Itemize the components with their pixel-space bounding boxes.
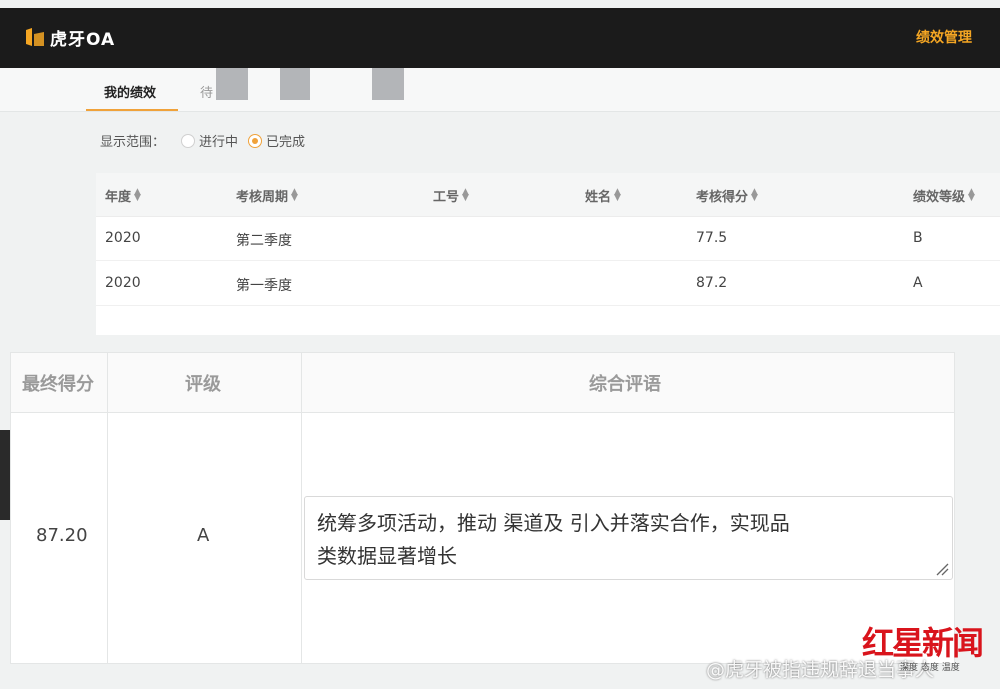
performance-table: 年度 ▲ ▼ 考核周期 ▲ ▼ 工号 ▲ ▼ 姓名 ▲ ▼ 考核得分 ▲ ▼ 绩效等级 ▲ ▼ 2020… — [96, 173, 1000, 335]
sort-icon[interactable]: ▲ ▼ — [968, 188, 975, 203]
huya-logo-icon — [26, 28, 44, 46]
column-header-grade[interactable]: 绩效等级 ▲ ▼ — [913, 186, 975, 206]
tab-my-performance[interactable]: 我的绩效 — [85, 82, 179, 111]
display-range-filter: 显示范围： 进行中 已完成 — [100, 131, 305, 150]
filter-label: 显示范围： — [100, 135, 166, 150]
table-row[interactable]: 2020 第二季度 77.5 B — [96, 217, 1000, 261]
tab-pending[interactable]: 待 — [200, 82, 213, 101]
resize-handle-icon[interactable] — [933, 560, 949, 576]
left-edge-bar — [0, 430, 10, 520]
column-header-period[interactable]: 考核周期 ▲ ▼ — [236, 186, 298, 206]
comment-line-2: 类数据显著增长 — [317, 544, 457, 568]
sort-icon[interactable]: ▲ ▼ — [614, 188, 621, 203]
cell-period: 第二季度 — [236, 233, 292, 249]
review-header — [11, 353, 954, 413]
tab-bar: 我的绩效 待 — [0, 68, 1000, 112]
radio-in-progress-label[interactable]: 进行中 — [199, 131, 238, 150]
review-table: 最终得分 评级 综合评语 87.20 A 统筹多项活动，推动 渠道及 引入并落实… — [10, 352, 955, 664]
radio-in-progress[interactable] — [181, 133, 196, 148]
cell-grade: A — [913, 275, 923, 291]
radio-completed[interactable] — [248, 133, 263, 148]
column-header-employee-id[interactable]: 工号 ▲ ▼ — [433, 186, 469, 206]
table-row[interactable]: 2020 第一季度 87.2 A — [96, 262, 1000, 306]
column-header-year[interactable]: 年度 ▲ ▼ — [105, 186, 141, 206]
column-divider — [301, 353, 302, 663]
performance-management-link[interactable]: 绩效管理 — [916, 27, 972, 47]
column-header-score[interactable]: 考核得分 ▲ ▼ — [696, 186, 758, 206]
brand-logo: 红星新闻 深度 态度 温度 — [862, 618, 984, 673]
app-title: 虎牙OA — [50, 30, 116, 50]
table-header: 年度 ▲ ▼ 考核周期 ▲ ▼ 工号 ▲ ▼ 姓名 ▲ ▼ 考核得分 ▲ ▼ 绩效等级 ▲ ▼ — [96, 173, 1000, 217]
final-score-value: 87.20 — [36, 525, 88, 546]
rating-value: A — [197, 525, 210, 546]
sort-icon[interactable]: ▲ ▼ — [291, 188, 298, 203]
brand-name: 红星新闻 — [862, 624, 984, 662]
cell-grade: B — [913, 230, 923, 246]
column-header-name[interactable]: 姓名 ▲ ▼ — [585, 186, 621, 206]
cell-year: 2020 — [105, 230, 141, 246]
cell-score: 87.2 — [696, 275, 728, 291]
radio-completed-label[interactable]: 已完成 — [266, 131, 305, 150]
redaction-block — [216, 68, 248, 100]
column-divider — [107, 353, 108, 663]
top-navbar: 虎牙OA 绩效管理 — [0, 8, 1000, 68]
brand-slogan: 深度 态度 温度 — [900, 663, 960, 673]
sort-icon[interactable]: ▲ ▼ — [462, 188, 469, 203]
cell-period: 第一季度 — [236, 278, 292, 294]
header-rating: 评级 — [185, 374, 221, 395]
cell-score: 77.5 — [696, 230, 728, 246]
header-comment: 综合评语 — [589, 374, 661, 395]
cell-year: 2020 — [105, 275, 141, 291]
sort-icon[interactable]: ▲ ▼ — [751, 188, 758, 203]
sort-icon[interactable]: ▲ ▼ — [134, 188, 141, 203]
comment-line-1: 统筹多项活动，推动 渠道及 引入并落实合作，实现品 — [317, 511, 790, 535]
comment-textarea[interactable]: 统筹多项活动，推动 渠道及 引入并落实合作，实现品 类数据显著增长 — [304, 496, 953, 580]
header-final-score: 最终得分 — [22, 374, 94, 395]
redaction-block — [372, 68, 404, 100]
redaction-block — [280, 68, 310, 100]
